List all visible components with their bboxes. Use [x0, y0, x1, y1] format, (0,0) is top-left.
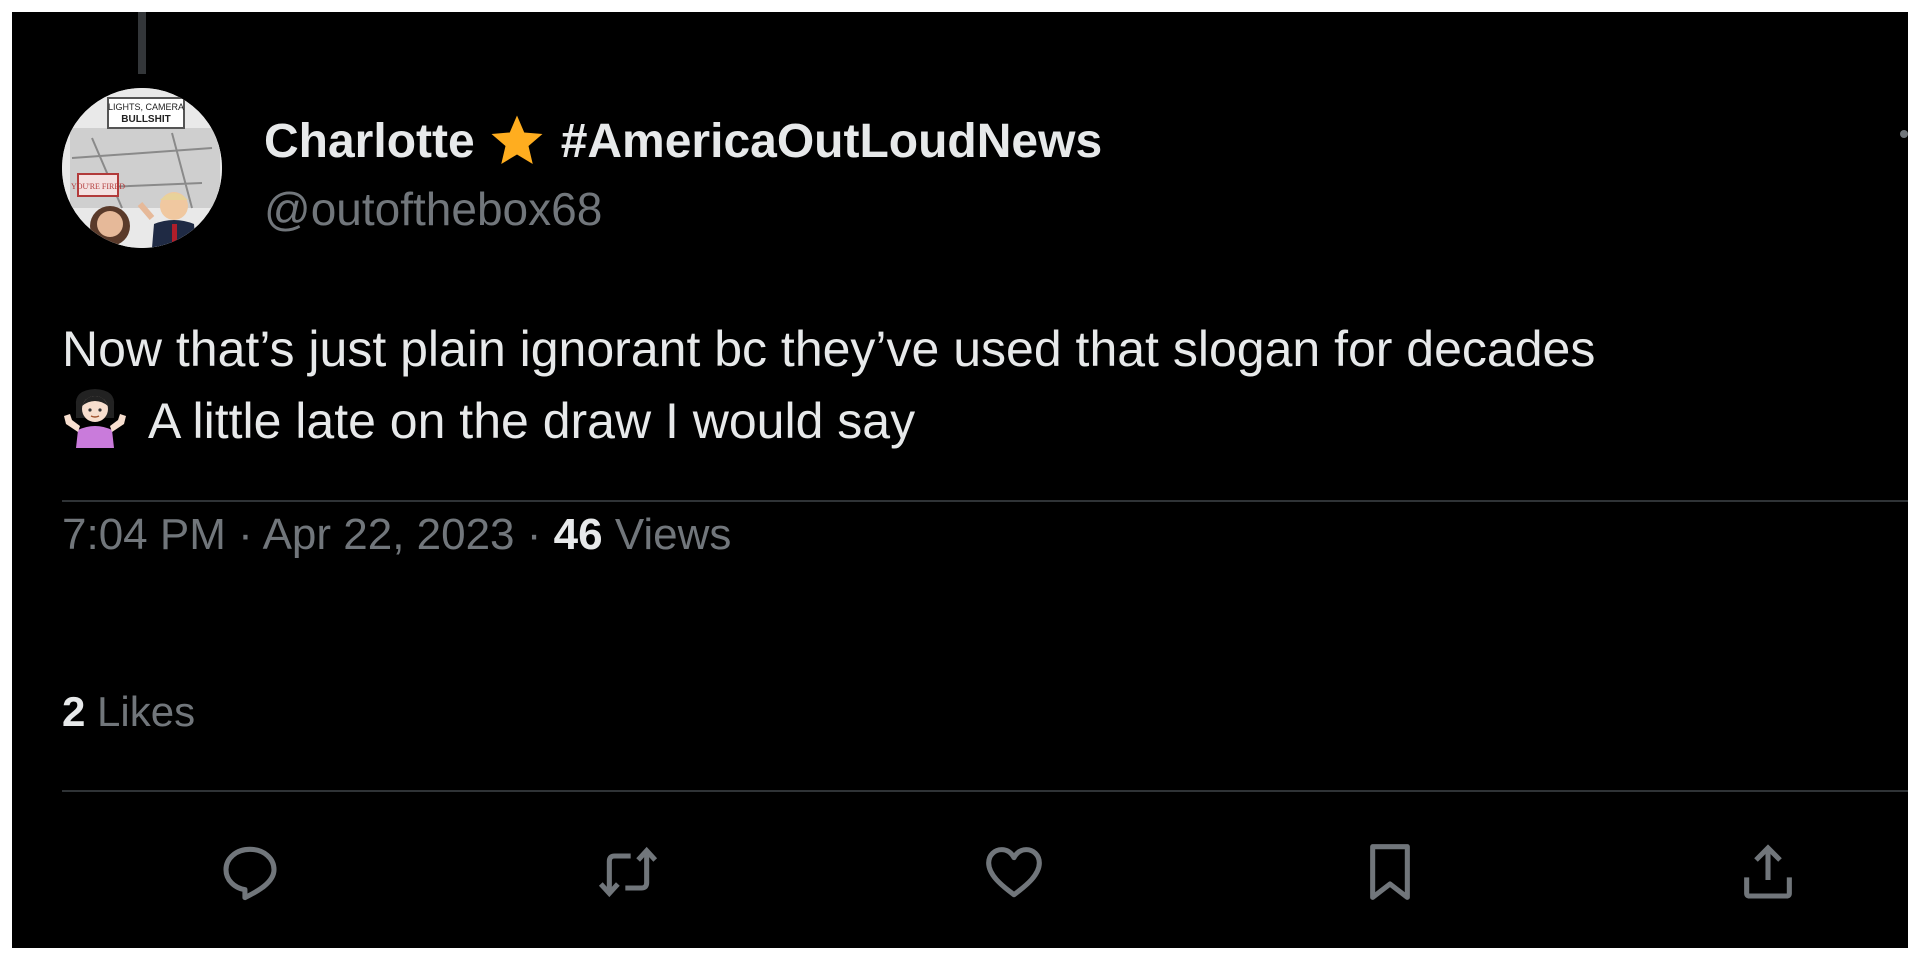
retweet-button[interactable]: [588, 832, 668, 912]
bookmark-icon: [1370, 844, 1410, 900]
star-icon: [487, 111, 547, 171]
author-name-row[interactable]: Charlotte #AmericaOutLoudNews: [264, 112, 1102, 170]
avatar[interactable]: LIGHTS, CAMERA BULLSHIT YOU'RE FIRED: [62, 88, 222, 248]
author-name[interactable]: Charlotte: [264, 114, 475, 169]
person-shrugging-emoji-icon: [62, 384, 128, 450]
views-label: Views: [614, 510, 732, 559]
divider: [62, 790, 1908, 792]
author-handle[interactable]: @outofthebox68: [264, 182, 602, 236]
avatar-sign-top: LIGHTS, CAMERA: [108, 102, 184, 112]
tweet-text: Now that’s just plain ignorant bc they’v…: [62, 314, 1902, 456]
likes-label: Likes: [97, 688, 196, 735]
retweet-icon: [598, 846, 658, 898]
tweet-time[interactable]: 7:04 PM: [62, 510, 226, 559]
views-count: 46: [553, 510, 603, 559]
tweet-text-line-1: Now that’s just plain ignorant bc they’v…: [62, 321, 1596, 377]
tweet-meta: 7:04 PM · Apr 22, 2023 · 46 Views: [62, 510, 731, 560]
tweet-text-line-2: A little late on the draw I would say: [148, 393, 916, 449]
avatar-sign-bottom: BULLSHIT: [121, 114, 170, 125]
author-hashtag[interactable]: #AmericaOutLoudNews: [561, 114, 1102, 169]
likes-count: 2: [62, 688, 86, 735]
share-button[interactable]: [1728, 832, 1808, 912]
heart-icon: [986, 847, 1042, 898]
reply-button[interactable]: [210, 832, 290, 912]
meta-separator: ·: [526, 510, 542, 559]
avatar-stamp: YOU'RE FIRED: [71, 182, 125, 191]
likes-stat[interactable]: 2 Likes: [62, 688, 195, 736]
bookmark-button[interactable]: [1350, 832, 1430, 912]
thread-line: [138, 12, 146, 74]
tweet-date[interactable]: Apr 22, 2023: [263, 510, 515, 559]
share-icon: [1744, 844, 1792, 899]
meta-separator: ·: [238, 510, 253, 559]
like-button[interactable]: [974, 832, 1054, 912]
tweet-card: LIGHTS, CAMERA BULLSHIT YOU'RE FIRED Cha…: [12, 12, 1908, 948]
more-options-icon[interactable]: [1900, 130, 1908, 138]
reply-icon: [223, 846, 277, 901]
divider: [62, 500, 1908, 502]
tweet-text-line-2-row: A little late on the draw I would say: [62, 384, 1902, 456]
